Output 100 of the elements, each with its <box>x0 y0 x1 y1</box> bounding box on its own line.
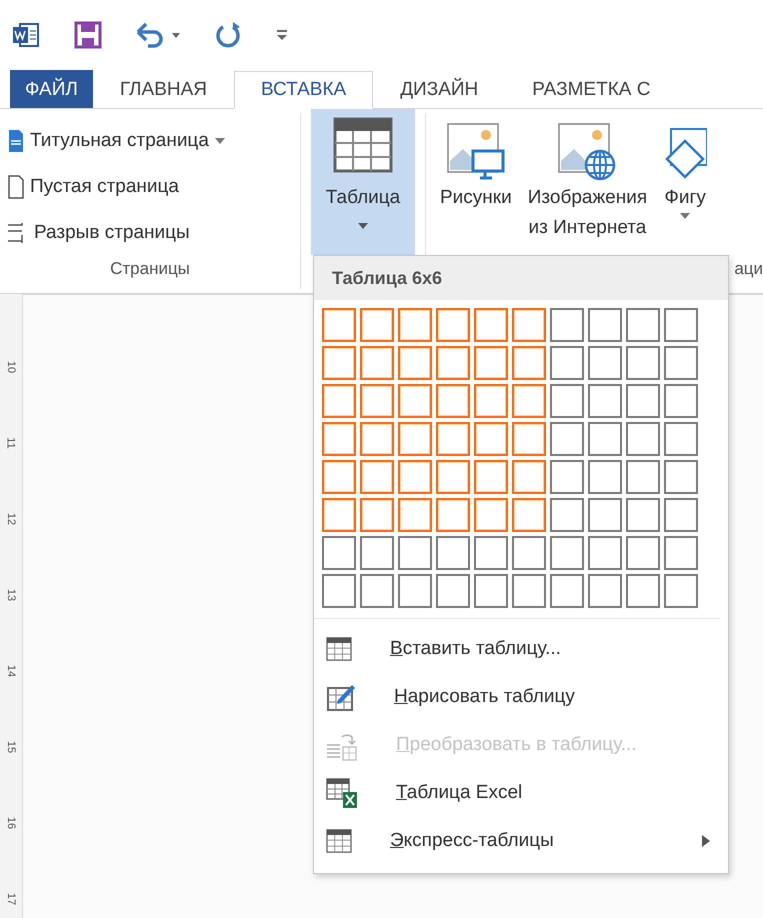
grid-cell[interactable] <box>322 346 356 380</box>
grid-cell[interactable] <box>474 308 508 342</box>
grid-cell[interactable] <box>474 498 508 532</box>
grid-cell[interactable] <box>664 536 698 570</box>
grid-cell[interactable] <box>550 308 584 342</box>
grid-cell[interactable] <box>360 536 394 570</box>
ribbon-button[interactable]: Титульная страница <box>8 123 280 159</box>
grid-cell[interactable] <box>398 536 432 570</box>
grid-cell[interactable] <box>588 536 622 570</box>
ribbon-button[interactable]: Разрыв страницы <box>8 215 280 251</box>
redo-icon[interactable] <box>214 21 242 49</box>
grid-cell[interactable] <box>322 574 356 608</box>
grid-cell[interactable] <box>512 574 546 608</box>
grid-cell[interactable] <box>474 384 508 418</box>
menu-item[interactable]: Таблица Excel <box>314 769 728 817</box>
grid-cell[interactable] <box>550 346 584 380</box>
grid-cell[interactable] <box>588 422 622 456</box>
grid-cell[interactable] <box>322 308 356 342</box>
ribbon-button[interactable]: Фигу <box>657 113 714 259</box>
grid-cell[interactable] <box>398 422 432 456</box>
grid-cell[interactable] <box>322 422 356 456</box>
grid-cell[interactable] <box>360 574 394 608</box>
grid-cell[interactable] <box>588 308 622 342</box>
grid-cell[interactable] <box>664 308 698 342</box>
grid-cell[interactable] <box>626 308 660 342</box>
grid-cell[interactable] <box>664 498 698 532</box>
ribbon-button[interactable]: Изображения из Интернета <box>522 113 654 259</box>
grid-cell[interactable] <box>550 384 584 418</box>
grid-cell[interactable] <box>664 460 698 494</box>
grid-cell[interactable] <box>626 498 660 532</box>
grid-cell[interactable] <box>360 422 394 456</box>
grid-cell[interactable] <box>398 498 432 532</box>
grid-cell[interactable] <box>626 346 660 380</box>
menu-item[interactable]: Вставить таблицу... <box>314 625 728 673</box>
grid-cell[interactable] <box>550 536 584 570</box>
grid-cell[interactable] <box>512 308 546 342</box>
grid-cell[interactable] <box>626 574 660 608</box>
grid-cell[interactable] <box>436 460 470 494</box>
grid-cell[interactable] <box>626 536 660 570</box>
grid-cell[interactable] <box>588 498 622 532</box>
grid-cell[interactable] <box>436 498 470 532</box>
grid-cell[interactable] <box>436 422 470 456</box>
grid-cell[interactable] <box>550 422 584 456</box>
undo-icon[interactable] <box>136 21 180 49</box>
grid-cell[interactable] <box>474 460 508 494</box>
grid-cell[interactable] <box>398 460 432 494</box>
grid-cell[interactable] <box>588 346 622 380</box>
grid-cell[interactable] <box>360 498 394 532</box>
grid-cell[interactable] <box>512 498 546 532</box>
grid-cell[interactable] <box>664 574 698 608</box>
grid-cell[interactable] <box>398 346 432 380</box>
word-icon[interactable] <box>12 21 40 49</box>
grid-cell[interactable] <box>436 346 470 380</box>
grid-cell[interactable] <box>512 346 546 380</box>
grid-cell[interactable] <box>474 346 508 380</box>
ribbon-button[interactable]: Рисунки <box>434 113 518 259</box>
grid-cell[interactable] <box>360 460 394 494</box>
ribbon-tab[interactable]: ВСТАВКА <box>234 71 374 109</box>
file-tab[interactable]: ФАЙЛ <box>10 70 93 108</box>
grid-cell[interactable] <box>436 574 470 608</box>
grid-cell[interactable] <box>588 574 622 608</box>
grid-cell[interactable] <box>512 460 546 494</box>
grid-cell[interactable] <box>322 384 356 418</box>
grid-cell[interactable] <box>360 308 394 342</box>
grid-cell[interactable] <box>474 574 508 608</box>
grid-cell[interactable] <box>398 574 432 608</box>
menu-item[interactable]: Экспресс-таблицы <box>314 817 728 865</box>
grid-cell[interactable] <box>512 384 546 418</box>
grid-cell[interactable] <box>474 536 508 570</box>
grid-cell[interactable] <box>436 536 470 570</box>
grid-cell[interactable] <box>322 498 356 532</box>
grid-cell[interactable] <box>398 384 432 418</box>
grid-cell[interactable] <box>550 574 584 608</box>
grid-cell[interactable] <box>664 384 698 418</box>
menu-item[interactable]: Нарисовать таблицу <box>314 673 728 721</box>
ruler-number: 13 <box>4 588 18 602</box>
grid-cell[interactable] <box>550 498 584 532</box>
group-label: аци <box>734 259 763 280</box>
grid-cell[interactable] <box>398 308 432 342</box>
grid-cell[interactable] <box>474 422 508 456</box>
ribbon-button[interactable]: Пустая страница <box>8 169 280 205</box>
grid-cell[interactable] <box>322 460 356 494</box>
grid-cell[interactable] <box>550 460 584 494</box>
grid-cell[interactable] <box>360 346 394 380</box>
grid-cell[interactable] <box>664 422 698 456</box>
grid-cell[interactable] <box>626 384 660 418</box>
grid-cell[interactable] <box>626 422 660 456</box>
save-icon[interactable] <box>74 21 102 49</box>
customize-icon[interactable] <box>276 28 288 42</box>
grid-cell[interactable] <box>664 346 698 380</box>
grid-cell[interactable] <box>360 384 394 418</box>
grid-cell[interactable] <box>436 384 470 418</box>
grid-cell[interactable] <box>588 384 622 418</box>
grid-cell[interactable] <box>322 536 356 570</box>
grid-cell[interactable] <box>436 308 470 342</box>
grid-cell[interactable] <box>588 460 622 494</box>
grid-cell[interactable] <box>512 422 546 456</box>
grid-cell[interactable] <box>626 460 660 494</box>
grid-cell[interactable] <box>512 536 546 570</box>
table-button[interactable]: Таблица <box>311 109 415 255</box>
